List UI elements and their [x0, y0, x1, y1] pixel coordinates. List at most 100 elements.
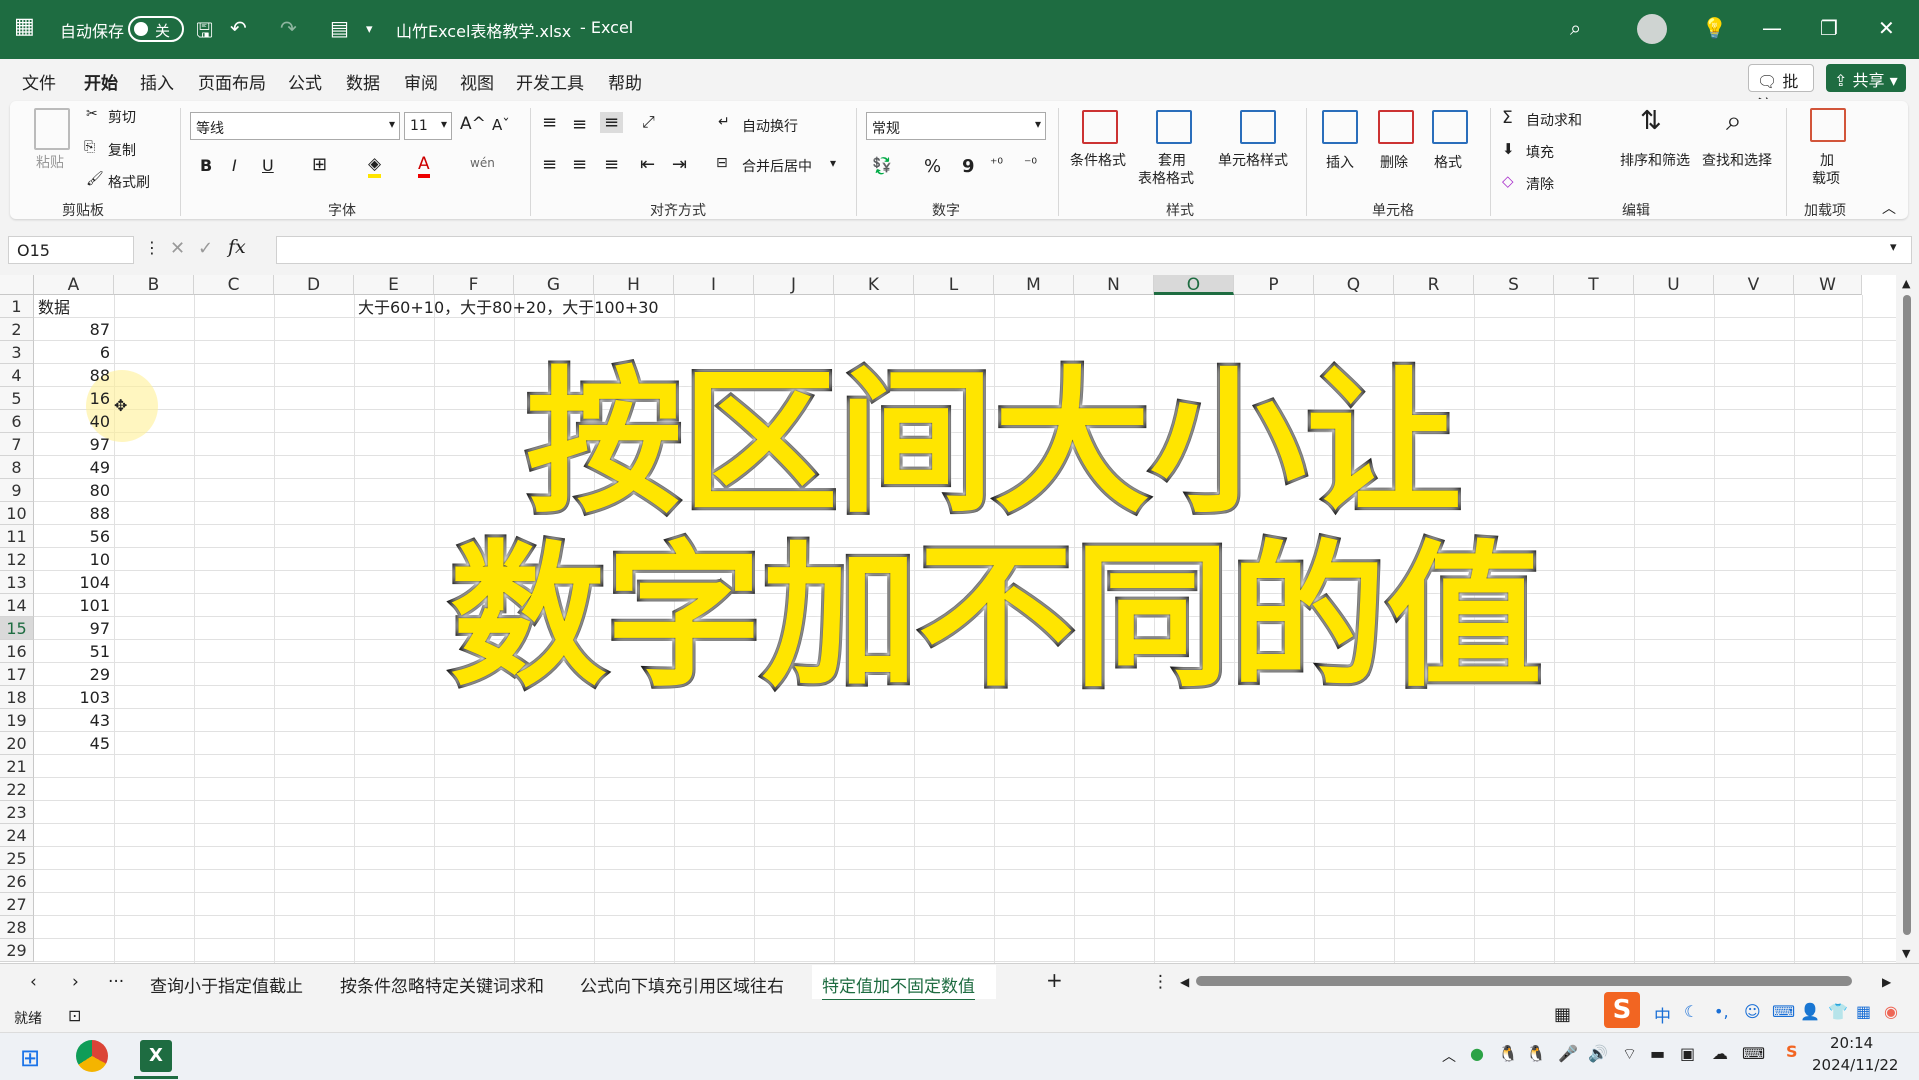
cell-a15[interactable]: 97 — [34, 617, 112, 640]
battery-icon[interactable]: ▬ — [1650, 1044, 1665, 1063]
bold-button[interactable]: B — [200, 156, 212, 175]
borders-icon[interactable]: ⊞ — [312, 154, 327, 175]
row-header-7[interactable]: 7 — [0, 433, 34, 456]
clear-icon[interactable]: ◇ — [1502, 172, 1514, 190]
number-format-select[interactable]: 常规 ▾ — [866, 112, 1046, 140]
format-as-table-label-2[interactable]: 表格格式 — [1138, 168, 1194, 188]
row-header-14[interactable]: 14 — [0, 594, 34, 617]
delete-cells-button[interactable]: 删除 — [1380, 152, 1408, 172]
scroll-down-icon[interactable]: ▼ — [1902, 947, 1910, 960]
clear-button[interactable]: 清除 — [1526, 174, 1554, 194]
menu-help[interactable]: 帮助 — [608, 69, 642, 94]
decrease-decimal-icon[interactable]: ⁻⁰ — [1024, 156, 1037, 172]
excel-taskbar-icon[interactable]: X — [140, 1040, 172, 1072]
row-header-1[interactable]: 1 — [0, 295, 34, 318]
row-header-23[interactable]: 23 — [0, 801, 34, 824]
cell-a12[interactable]: 10 — [34, 548, 112, 571]
enter-icon[interactable]: ✓ — [198, 238, 213, 259]
fill-icon[interactable]: ⬇ — [1502, 140, 1515, 158]
row-header-3[interactable]: 3 — [0, 341, 34, 364]
cancel-icon[interactable]: ✕ — [170, 238, 185, 259]
row-header-29[interactable]: 29 — [0, 939, 34, 962]
row-header-13[interactable]: 13 — [0, 571, 34, 594]
column-header-m[interactable]: M — [994, 275, 1074, 295]
menu-review[interactable]: 审阅 — [404, 69, 438, 94]
find-select-icon[interactable]: ⌕ — [1726, 104, 1742, 138]
sogou-tray-icon[interactable]: S — [1786, 1042, 1798, 1061]
align-right-icon[interactable]: ≡ — [604, 154, 619, 175]
row-header-15[interactable]: 15 — [0, 617, 34, 640]
qq-icon[interactable]: 🐧 — [1498, 1044, 1518, 1063]
share-button[interactable]: ⇪ 共享 ▾ — [1826, 64, 1906, 92]
menu-file[interactable]: 文件 — [22, 69, 56, 94]
cell-a2[interactable]: 87 — [34, 318, 112, 341]
show-hidden-icons[interactable]: ︿ — [1442, 1046, 1456, 1066]
clock-time[interactable]: 20:14 — [1830, 1034, 1873, 1052]
column-header-e[interactable]: E — [354, 275, 434, 295]
menu-view[interactable]: 视图 — [460, 69, 494, 94]
tab-sheet-2[interactable]: 按条件忽略特定关键词求和 — [340, 972, 544, 997]
format-painter-icon[interactable]: 🖌 — [86, 171, 104, 187]
align-center-icon[interactable]: ≡ — [572, 154, 587, 175]
sogou-ime-icon[interactable]: S — [1604, 992, 1640, 1028]
font-family-select[interactable]: 等线 ▾ — [190, 112, 400, 140]
row-header-24[interactable]: 24 — [0, 824, 34, 847]
row-header-11[interactable]: 11 — [0, 525, 34, 548]
column-header-g[interactable]: G — [514, 275, 594, 295]
column-header-h[interactable]: H — [594, 275, 674, 295]
decrease-indent-icon[interactable]: ⇤ — [640, 154, 655, 175]
user-icon[interactable]: 👤 — [1800, 1002, 1820, 1021]
autosum-button[interactable]: 自动求和 — [1526, 110, 1582, 130]
column-header-k[interactable]: K — [834, 275, 914, 295]
minimize-icon[interactable]: — — [1762, 16, 1782, 40]
more-options-icon[interactable]: ⋮ — [144, 238, 160, 257]
menu-developer[interactable]: 开发工具 — [516, 69, 584, 94]
font-size-select[interactable]: 11 ▾ — [404, 112, 452, 140]
save-icon[interactable]: 🖫 — [196, 16, 213, 50]
column-header-q[interactable]: Q — [1314, 275, 1394, 295]
expand-formula-icon[interactable]: ▾ — [1890, 240, 1897, 255]
copy-icon[interactable]: ⎘ — [84, 139, 95, 155]
lightbulb-icon[interactable]: 💡 — [1702, 16, 1727, 40]
row-header-8[interactable]: 8 — [0, 456, 34, 479]
clock-date[interactable]: 2024/11/22 — [1812, 1056, 1898, 1074]
input-keyboard-icon[interactable]: ⌨ — [1742, 1044, 1765, 1063]
cell-a10[interactable]: 88 — [34, 502, 112, 525]
decrease-font-icon[interactable]: Aˇ — [492, 116, 510, 134]
cell-a8[interactable]: 49 — [34, 456, 112, 479]
column-header-c[interactable]: C — [194, 275, 274, 295]
toolbox-icon[interactable]: ▦ — [1856, 1002, 1871, 1021]
align-bottom-icon[interactable]: ≡ — [600, 112, 624, 133]
addins-label-2[interactable]: 载项 — [1812, 168, 1840, 188]
column-header-b[interactable]: B — [114, 275, 194, 295]
chevron-down-icon[interactable]: ▾ — [830, 156, 836, 170]
search-icon[interactable]: ⌕ — [1570, 16, 1581, 40]
column-header-j[interactable]: J — [754, 275, 834, 295]
cell-styles-icon[interactable] — [1240, 110, 1276, 144]
autosave-toggle[interactable]: 关 — [128, 16, 184, 42]
cell-e1[interactable]: 大于60+10，大于80+20，大于100+30 — [358, 296, 659, 319]
add-sheet-button[interactable]: + — [1046, 968, 1063, 992]
menu-formulas[interactable]: 公式 — [288, 69, 322, 94]
delete-cells-icon[interactable] — [1378, 110, 1414, 144]
cell-a3[interactable]: 6 — [34, 341, 112, 364]
column-header-n[interactable]: N — [1074, 275, 1154, 295]
row-header-4[interactable]: 4 — [0, 364, 34, 387]
cell-a1[interactable]: 数据 — [38, 296, 70, 319]
autosum-icon[interactable]: Σ — [1502, 108, 1513, 128]
emoji-icon[interactable]: ☺ — [1744, 1002, 1761, 1021]
name-box[interactable]: O15 — [8, 236, 134, 264]
italic-button[interactable]: I — [232, 156, 237, 175]
cell-a6[interactable]: 40 — [34, 410, 112, 433]
row-header-2[interactable]: 2 — [0, 318, 34, 341]
tab-sheet-3[interactable]: 公式向下填充引用区域往右 — [580, 972, 784, 997]
cut-icon[interactable]: ✂ — [86, 106, 98, 122]
row-header-27[interactable]: 27 — [0, 893, 34, 916]
horizontal-scroll-thumb[interactable] — [1196, 976, 1852, 986]
row-header-17[interactable]: 17 — [0, 663, 34, 686]
row-header-28[interactable]: 28 — [0, 916, 34, 939]
merge-icon[interactable]: ⊟ — [716, 155, 728, 171]
column-header-u[interactable]: U — [1634, 275, 1714, 295]
column-header-d[interactable]: D — [274, 275, 354, 295]
currency-icon[interactable]: 💱 — [872, 156, 892, 175]
